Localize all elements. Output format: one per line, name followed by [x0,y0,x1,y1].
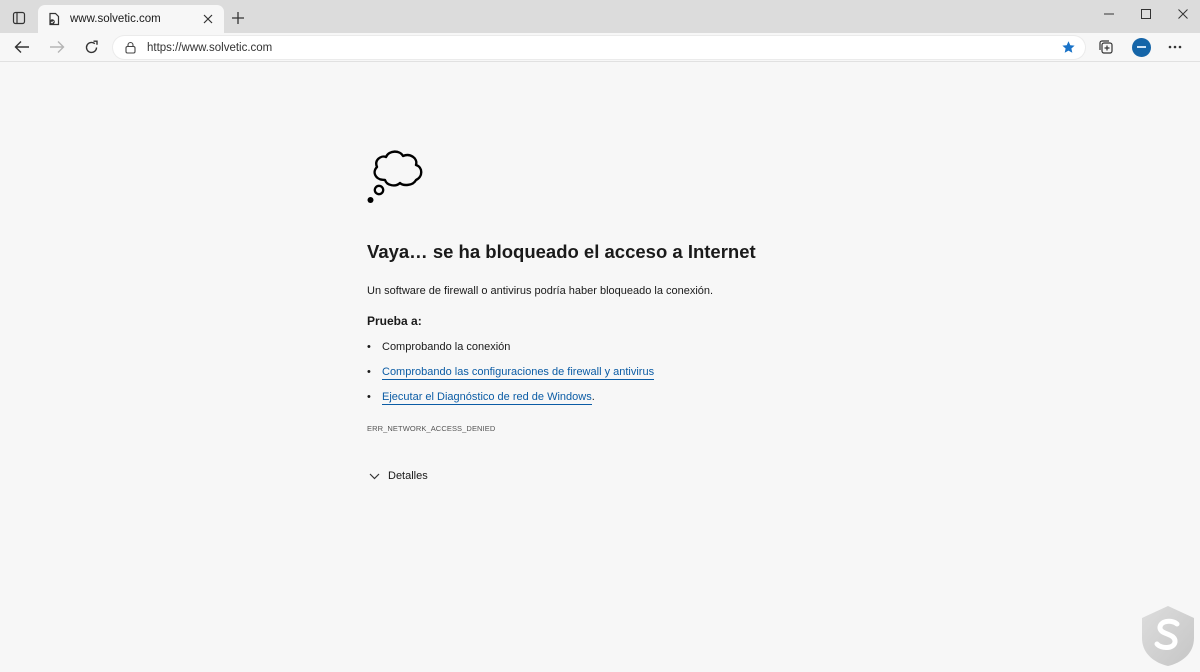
thought-cloud-icon [367,150,423,203]
watermark-logo [1142,606,1194,666]
browser-toolbar: https://www.solvetic.com [0,33,1200,62]
suggestion-suffix: . [591,391,595,403]
window-close-icon [1178,9,1188,19]
url-text[interactable]: https://www.solvetic.com [147,42,1057,54]
lock-icon[interactable] [123,41,137,55]
page-title: Vaya… se ha bloqueado el acceso a Intern… [367,241,756,262]
maximize-icon [1141,9,1151,19]
tab-actions-button[interactable] [6,6,32,30]
address-bar[interactable]: https://www.solvetic.com [113,36,1085,59]
list-item: • Ejecutar el Diagnóstico de red de Wind… [367,391,654,416]
back-button[interactable] [9,35,35,59]
profile-button[interactable] [1128,35,1154,59]
arrow-left-icon [14,41,29,53]
browser-tab-active[interactable]: www.solvetic.com [38,5,224,33]
more-options-button[interactable] [1162,35,1188,59]
check-firewall-antivirus-link[interactable]: Comprobando las configuraciones de firew… [382,366,655,380]
bullet: • [367,366,371,378]
arrow-right-icon [50,41,65,53]
collections-icon [1099,40,1113,54]
star-icon[interactable] [1057,38,1079,58]
error-code: ERR_NETWORK_ACCESS_DENIED [367,424,496,433]
tab-actions-icon [12,11,26,25]
suggestions-list: • Comprobando la conexión • Comprobando … [367,341,655,416]
bullet: • [367,341,371,353]
new-tab-button[interactable] [228,8,248,28]
suggestions-heading: Prueba a: [367,314,422,328]
details-toggle[interactable]: Detalles [367,469,428,483]
tab-title: www.solvetic.com [70,13,161,25]
page-favicon-icon [46,11,62,27]
refresh-icon [85,40,98,53]
error-description: Un software de firewall o antivirus podr… [367,285,714,297]
list-item: • Comprobando la conexión [367,341,654,366]
chevron-down-icon [367,469,381,483]
list-item: • Comprobando las configuraciones de fir… [367,366,655,391]
plus-icon [232,12,244,24]
close-icon[interactable] [200,11,216,27]
suggestion-check-connection: Comprobando la conexión [382,341,511,353]
title-bar: www.solvetic.com [0,0,1200,33]
run-network-diagnostics-link[interactable]: Ejecutar el Diagnóstico de red de Window… [382,391,592,405]
bullet: • [367,391,371,403]
ellipsis-icon [1168,45,1182,49]
error-page: Vaya… se ha bloqueado el acceso a Intern… [0,63,1200,672]
minimize-icon [1104,13,1114,15]
window-close-button[interactable] [1160,0,1200,28]
collections-button[interactable] [1093,35,1119,59]
avatar [1131,37,1151,57]
refresh-button[interactable] [78,35,104,59]
forward-button[interactable] [44,35,70,59]
details-label: Detalles [388,470,428,482]
